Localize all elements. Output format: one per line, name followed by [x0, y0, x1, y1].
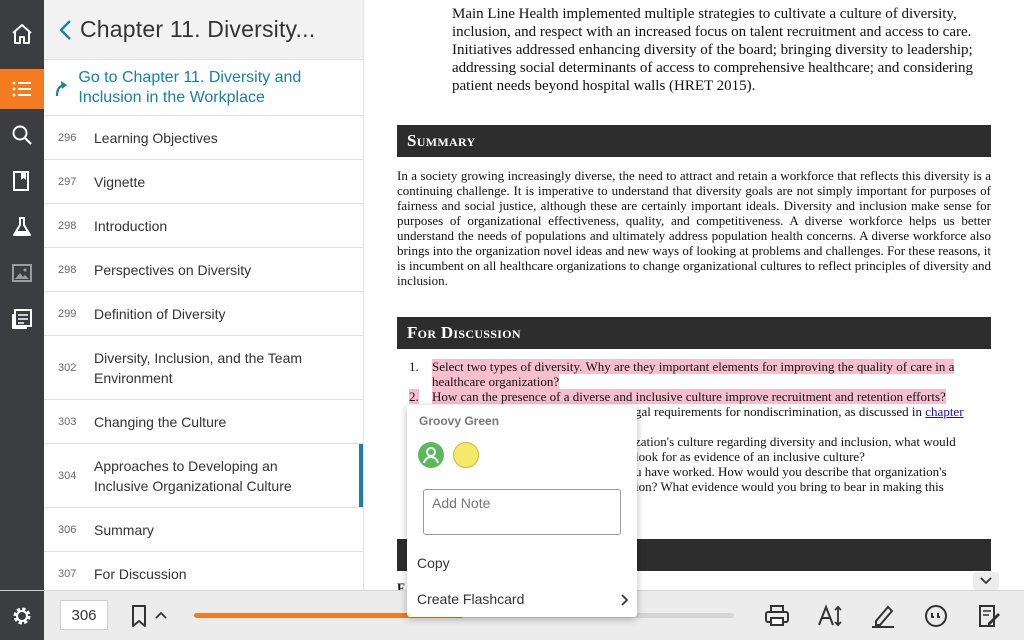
chevron-right-icon [621, 594, 629, 606]
notes-icon [12, 309, 32, 329]
question-4-line-2: look for as evidence of an inclusive cul… [635, 449, 865, 464]
toc-item[interactable]: 297 Vignette [44, 160, 363, 204]
toc-item[interactable]: 307 For Discussion [44, 552, 363, 590]
toc-item-label: Diversity, Inclusion, and the Team Envir… [94, 349, 303, 386]
bookmark-icon[interactable] [130, 604, 148, 628]
toc-page-number: 307 [58, 567, 77, 580]
toc-item[interactable]: 303 Changing the Culture [44, 400, 363, 444]
toc-item[interactable]: 296 Learning Objectives [44, 116, 363, 160]
toc-item[interactable]: 298 Introduction [44, 204, 363, 248]
toc-page-number: 296 [58, 131, 77, 144]
color-swatch-yellow[interactable] [453, 442, 479, 468]
text-fragment: F [397, 580, 405, 590]
list-icon [12, 81, 31, 97]
toc-item-current[interactable]: 304 Approaches to Developing an Inclusive… [44, 444, 363, 508]
toc-page-number: 299 [58, 307, 77, 320]
print-icon[interactable] [764, 603, 790, 629]
toc-item-label: Definition of Diversity [94, 305, 226, 322]
text-size-icon[interactable] [817, 603, 843, 629]
toc-button[interactable] [0, 69, 44, 109]
toc-item-label: Perspectives on Diversity [94, 261, 252, 278]
search-icon [12, 125, 32, 145]
discussion-question-1[interactable]: 1. Select two types of diversity. Why ar… [397, 359, 991, 389]
toc-item[interactable]: 302 Diversity, Inclusion, and the Team En… [44, 336, 363, 400]
chapter-link[interactable]: chapter [925, 404, 963, 419]
home-button[interactable] [0, 14, 44, 54]
toc-item[interactable]: 299 Definition of Diversity [44, 292, 363, 336]
highlight-color-name: Groovy Green [419, 414, 500, 428]
quote-icon[interactable] [923, 603, 949, 629]
discussion-question-2[interactable]: 2. How can the presence of a diverse and… [397, 389, 991, 404]
question-number: 1. [409, 359, 419, 374]
create-flashcard-label: Create Flashcard [417, 591, 525, 607]
flashcards-button[interactable] [0, 161, 44, 201]
toc-item-label: For Discussion [94, 565, 187, 582]
gear-icon [13, 607, 31, 625]
copy-button[interactable]: Copy [417, 555, 450, 571]
toc-page-number: 302 [58, 361, 77, 374]
question-4-line-1: zation's culture regarding diversity and… [635, 434, 956, 449]
summary-paragraph: In a society growing increasingly divers… [397, 168, 992, 288]
toc-page-number: 297 [58, 175, 77, 188]
search-button[interactable] [0, 115, 44, 155]
goto-chapter-link[interactable]: Go to Chapter 11. Diversity and Inclusio… [44, 60, 363, 116]
arrow-icon [56, 80, 68, 96]
notes-button[interactable] [0, 299, 44, 339]
body-paragraph: Main Line Health implemented multiple st… [452, 6, 974, 94]
home-icon [12, 24, 32, 44]
toc-item[interactable]: 306 Summary [44, 508, 363, 552]
images-button[interactable] [0, 253, 44, 293]
toc-page-number: 298 [58, 219, 77, 232]
highlighter-icon[interactable] [870, 603, 896, 629]
goto-chapter-label: Go to Chapter 11. Diversity and Inclusio… [78, 68, 302, 106]
question-number: 2. [409, 389, 419, 404]
lab-button[interactable] [0, 207, 44, 247]
chevron-left-icon[interactable] [58, 19, 74, 41]
toc-page-number: 306 [58, 523, 77, 536]
chevron-up-icon[interactable] [155, 611, 167, 619]
question-3-text: gal requirements for nondiscrimination, … [635, 404, 964, 419]
toc-page-number: 303 [58, 415, 77, 428]
user-icon [423, 447, 439, 464]
toc-title: Chapter 11. Diversity... [80, 16, 316, 42]
toc-page-number: 298 [58, 263, 77, 276]
create-flashcard-button[interactable]: Create Flashcard [417, 591, 629, 607]
card-icon [13, 171, 29, 191]
color-swatch-green[interactable] [418, 442, 444, 468]
toc-item-label: Vignette [94, 173, 146, 190]
question-5-line-2: ion? What evidence would you bring to be… [635, 479, 944, 494]
toc-item-label: Approaches to Developing an Inclusive Or… [94, 457, 292, 494]
discussion-heading: For Discussion [397, 317, 991, 349]
toc-item-label: Summary [94, 521, 154, 538]
highlighted-text[interactable]: Select two types of diversity. Why are t… [432, 359, 955, 389]
toc-item[interactable]: 298 Perspectives on Diversity [44, 248, 363, 292]
page-number-input[interactable]: 306 [60, 600, 108, 630]
add-note-field[interactable]: Add Note [423, 489, 621, 535]
summary-heading: Summary [397, 125, 991, 157]
toc-page-number: 304 [58, 469, 77, 482]
highlighted-text[interactable]: How can the presence of a diverse and in… [432, 389, 946, 404]
icon-rail [0, 0, 44, 640]
notebook-edit-icon[interactable] [976, 603, 1002, 629]
settings-button[interactable] [0, 591, 44, 640]
question-5-line-1: u have worked. How would you describe th… [635, 464, 947, 479]
toc-item-label: Introduction [94, 217, 168, 234]
image-icon [12, 264, 32, 282]
toc-panel: Chapter 11. Diversity... Go to Chapter 1… [44, 0, 364, 590]
flask-icon [13, 217, 31, 236]
chevron-down-icon [980, 577, 992, 585]
scroll-down-button[interactable] [973, 572, 999, 590]
highlight-popup: Groovy Green Add Note Copy Create Flashc… [407, 405, 637, 617]
toc-item-label: Learning Objectives [94, 129, 218, 146]
toc-item-label: Changing the Culture [94, 413, 227, 430]
toc-header: Chapter 11. Diversity... [44, 0, 363, 60]
